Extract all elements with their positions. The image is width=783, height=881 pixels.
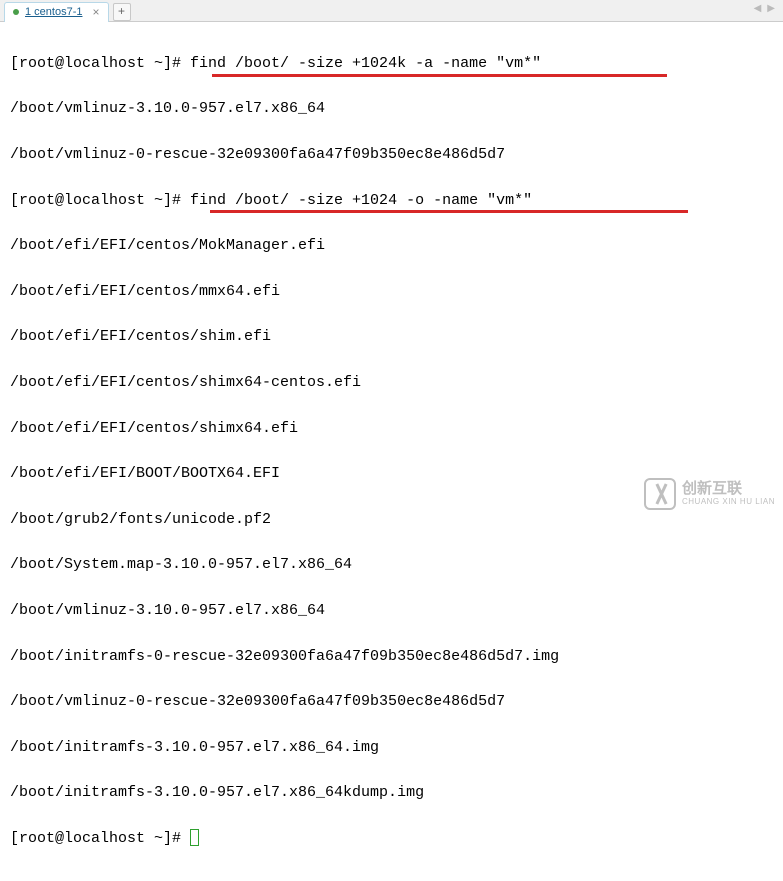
output-line: /boot/grub2/fonts/unicode.pf2 xyxy=(10,509,773,532)
watermark-text: 创新互联 CHUANG XIN HU LIAN xyxy=(682,481,775,506)
prompt: [root@localhost ~]# xyxy=(10,55,190,72)
output-line: /boot/vmlinuz-0-rescue-32e09300fa6a47f09… xyxy=(10,144,773,167)
plus-icon: + xyxy=(118,5,125,19)
output-line: /boot/initramfs-3.10.0-957.el7.x86_64kdu… xyxy=(10,782,773,805)
output-line: /boot/efi/EFI/centos/MokManager.efi xyxy=(10,235,773,258)
output-line: /boot/vmlinuz-0-rescue-32e09300fa6a47f09… xyxy=(10,691,773,714)
output-line: /boot/initramfs-3.10.0-957.el7.x86_64.im… xyxy=(10,737,773,760)
nav-right-icon[interactable]: ▶ xyxy=(765,3,777,14)
annotation-underline-icon xyxy=(212,74,667,77)
terminal-output[interactable]: [root@localhost ~]# find /boot/ -size +1… xyxy=(0,22,783,881)
cursor-icon xyxy=(190,829,199,846)
prompt: [root@localhost ~]# xyxy=(10,830,190,847)
close-icon[interactable]: × xyxy=(92,5,99,19)
output-line: /boot/efi/EFI/centos/shimx64-centos.efi xyxy=(10,372,773,395)
command-text: find /boot/ -size +1024 -o -name "vm*" xyxy=(190,192,532,209)
output-line: /boot/efi/EFI/centos/mmx64.efi xyxy=(10,281,773,304)
tab-label: 1 centos7-1 xyxy=(25,6,82,18)
watermark-en: CHUANG XIN HU LIAN xyxy=(682,498,775,507)
command-line-2: [root@localhost ~]# find /boot/ -size +1… xyxy=(10,190,773,213)
watermark-cn: 创新互联 xyxy=(682,481,775,498)
tab-centos[interactable]: 1 centos7-1 × xyxy=(4,2,109,22)
prompt: [root@localhost ~]# xyxy=(10,192,190,209)
output-line: /boot/efi/EFI/centos/shimx64.efi xyxy=(10,418,773,441)
watermark-logo-icon xyxy=(644,478,676,510)
prompt-line: [root@localhost ~]# xyxy=(10,828,773,851)
output-line: /boot/initramfs-0-rescue-32e09300fa6a47f… xyxy=(10,646,773,669)
annotation-underline-icon xyxy=(210,210,688,213)
status-dot-icon xyxy=(13,9,19,15)
command-line-1: [root@localhost ~]# find /boot/ -size +1… xyxy=(10,53,773,76)
command-text: find /boot/ -size +1024k -a -name "vm*" xyxy=(190,55,541,72)
nav-left-icon[interactable]: ◀ xyxy=(752,3,764,14)
add-tab-button[interactable]: + xyxy=(113,3,131,21)
output-line: /boot/System.map-3.10.0-957.el7.x86_64 xyxy=(10,554,773,577)
output-line: /boot/vmlinuz-3.10.0-957.el7.x86_64 xyxy=(10,98,773,121)
watermark: 创新互联 CHUANG XIN HU LIAN xyxy=(644,478,775,510)
tab-nav: ◀ ▶ xyxy=(752,3,777,14)
tab-bar: 1 centos7-1 × + ◀ ▶ xyxy=(0,0,783,22)
output-line: /boot/vmlinuz-3.10.0-957.el7.x86_64 xyxy=(10,600,773,623)
output-line: /boot/efi/EFI/centos/shim.efi xyxy=(10,326,773,349)
